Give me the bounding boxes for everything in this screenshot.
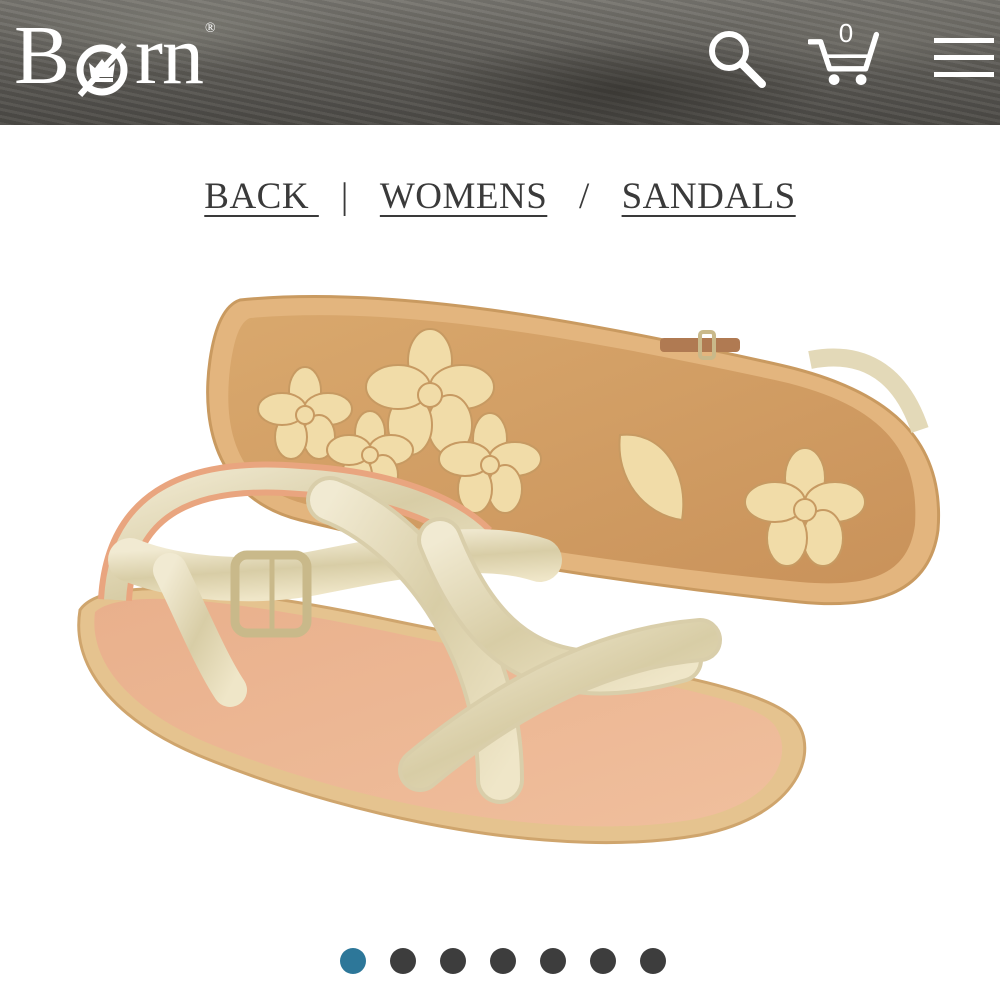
site-header: B rn ® 0 [0, 0, 1000, 125]
carousel-pagination [0, 948, 1000, 974]
carousel-dot[interactable] [440, 948, 466, 974]
breadcrumb-separator: / [579, 176, 590, 217]
hamburger-menu-icon [934, 38, 994, 77]
logo-crown-o [72, 30, 132, 97]
carousel-dot[interactable] [390, 948, 416, 974]
carousel-dot[interactable] [640, 948, 666, 974]
carousel-dot[interactable] [590, 948, 616, 974]
born-logo[interactable]: B rn ® [14, 8, 216, 102]
logo-letters-rn: rn [135, 9, 204, 102]
breadcrumb-womens-link[interactable]: WOMENS [380, 176, 547, 217]
menu-button[interactable] [928, 22, 1000, 94]
carousel-dot[interactable] [340, 948, 366, 974]
breadcrumb-sandals-link[interactable]: SANDALS [622, 176, 796, 217]
carousel-dot[interactable] [490, 948, 516, 974]
breadcrumb-separator: | [340, 176, 349, 217]
breadcrumb: BACK | WOMENS / SANDALS [0, 175, 1000, 218]
logo-trademark: ® [205, 21, 216, 36]
sandal-product-image [77, 294, 941, 845]
search-icon [709, 31, 766, 88]
cart-count-badge: 0 [838, 18, 854, 48]
product-image[interactable] [60, 280, 960, 900]
carousel-dot[interactable] [540, 948, 566, 974]
search-button[interactable] [700, 22, 772, 94]
breadcrumb-back-link[interactable]: BACK [204, 176, 319, 217]
logo-letter-b: B [14, 9, 70, 102]
